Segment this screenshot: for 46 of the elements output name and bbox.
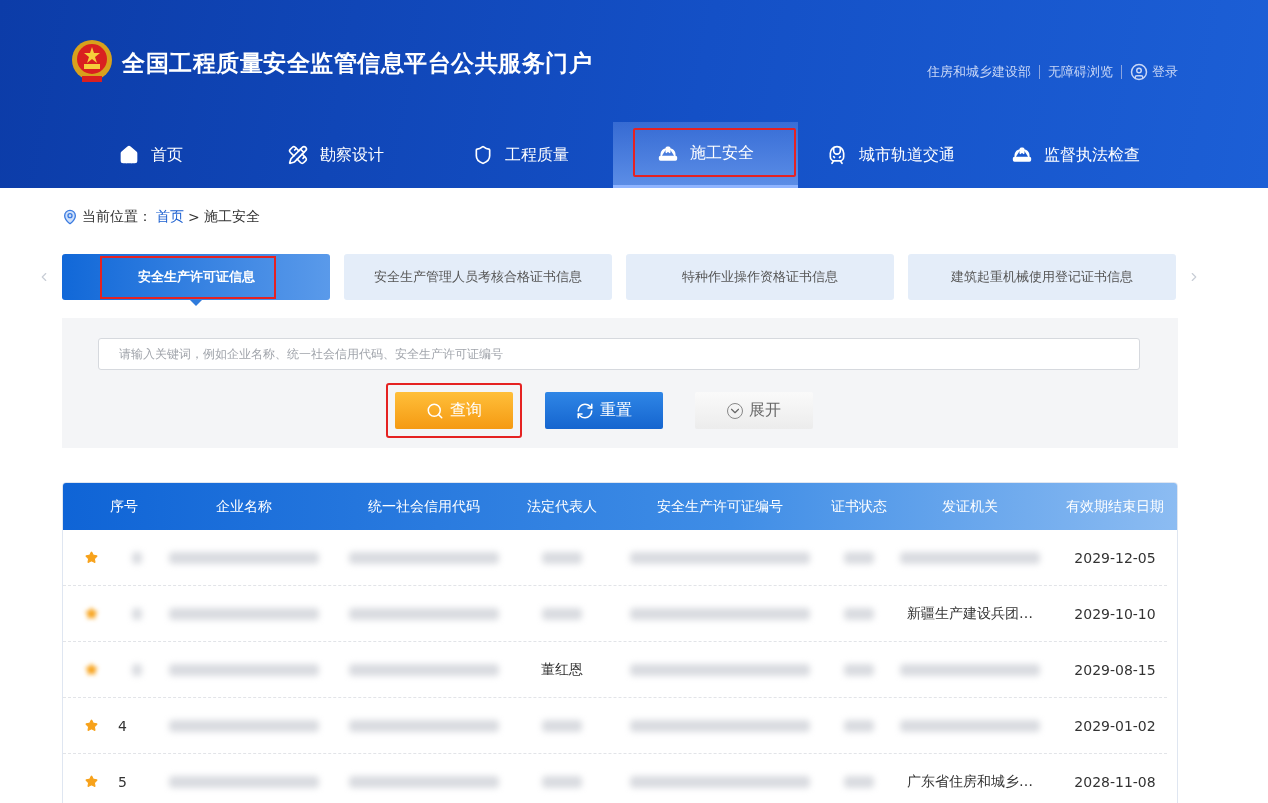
search-icon [426, 401, 444, 420]
table-cell: 5 [118, 773, 127, 790]
breadcrumb-label: 当前位置： [82, 208, 152, 226]
table-cell-text: 新疆生产建设兵团… [906, 604, 1034, 623]
breadcrumb-current: 施工安全 [203, 208, 260, 226]
column-header: 安全生产许可证编号 [656, 497, 784, 516]
expand-button[interactable]: 展开 [695, 392, 813, 429]
column-header: 法定代表人 [526, 497, 598, 516]
column-header: 有效期结束日期 [1065, 497, 1165, 516]
category-tab[interactable]: 特种作业操作资格证书信息 [626, 254, 894, 300]
header-link[interactable]: 住房和城乡建设部 [927, 63, 1031, 81]
category-tab[interactable]: 安全生产管理人员考核合格证书信息 [344, 254, 612, 300]
refresh-icon [576, 401, 594, 420]
column-header: 统一社会信用代码 [367, 497, 481, 516]
table-cell-text: 2029-01-02 [1073, 717, 1157, 734]
breadcrumb-link[interactable]: 首页 [156, 208, 184, 226]
table-cell: 4 [118, 717, 127, 734]
column-header: 发证机关 [941, 497, 999, 516]
nav-item[interactable]: 勘察设计 [243, 122, 428, 188]
national-emblem-icon [70, 38, 114, 84]
pencil-ruler-icon [287, 145, 308, 165]
table-cell-text: 2029-10-10 [1073, 605, 1157, 622]
table-cell-text: 2028-11-08 [1073, 773, 1157, 790]
breadcrumb-separator: > [188, 209, 200, 225]
column-header: 企业名称 [215, 497, 273, 516]
login-link[interactable]: 登录 [1130, 63, 1178, 81]
nav-item[interactable]: 施工安全 [613, 122, 798, 188]
home-icon [118, 145, 139, 165]
table-cell-text: 2029-08-15 [1073, 661, 1157, 678]
table-cell-text: 董红恩 [540, 660, 584, 679]
category-tab[interactable]: 建筑起重机械使用登记证书信息 [908, 254, 1176, 300]
user-icon [1130, 63, 1148, 81]
nav-item[interactable]: 工程质量 [428, 122, 613, 188]
reset-button[interactable]: 重置 [545, 392, 663, 429]
location-icon [62, 209, 78, 225]
table-cell-text: 广东省住房和城乡… [906, 772, 1034, 791]
nav-item[interactable]: 城市轨道交通 [798, 122, 983, 188]
column-header: 序号 [109, 497, 139, 516]
site-title: 全国工程质量安全监管信息平台公共服务门户 [122, 49, 592, 78]
nav-item[interactable]: 首页 [58, 122, 243, 188]
nav-item[interactable]: 监督执法检查 [983, 122, 1168, 188]
search-field[interactable]: 请输入关键词，例如企业名称、统一社会信用代码、安全生产许可证编号 [98, 338, 1140, 370]
column-header: 证书状态 [831, 497, 887, 516]
header-link[interactable]: 无障碍浏览 [1048, 63, 1113, 81]
table-cell-text: 2029-12-05 [1073, 549, 1157, 566]
tab-pointer [190, 300, 202, 306]
